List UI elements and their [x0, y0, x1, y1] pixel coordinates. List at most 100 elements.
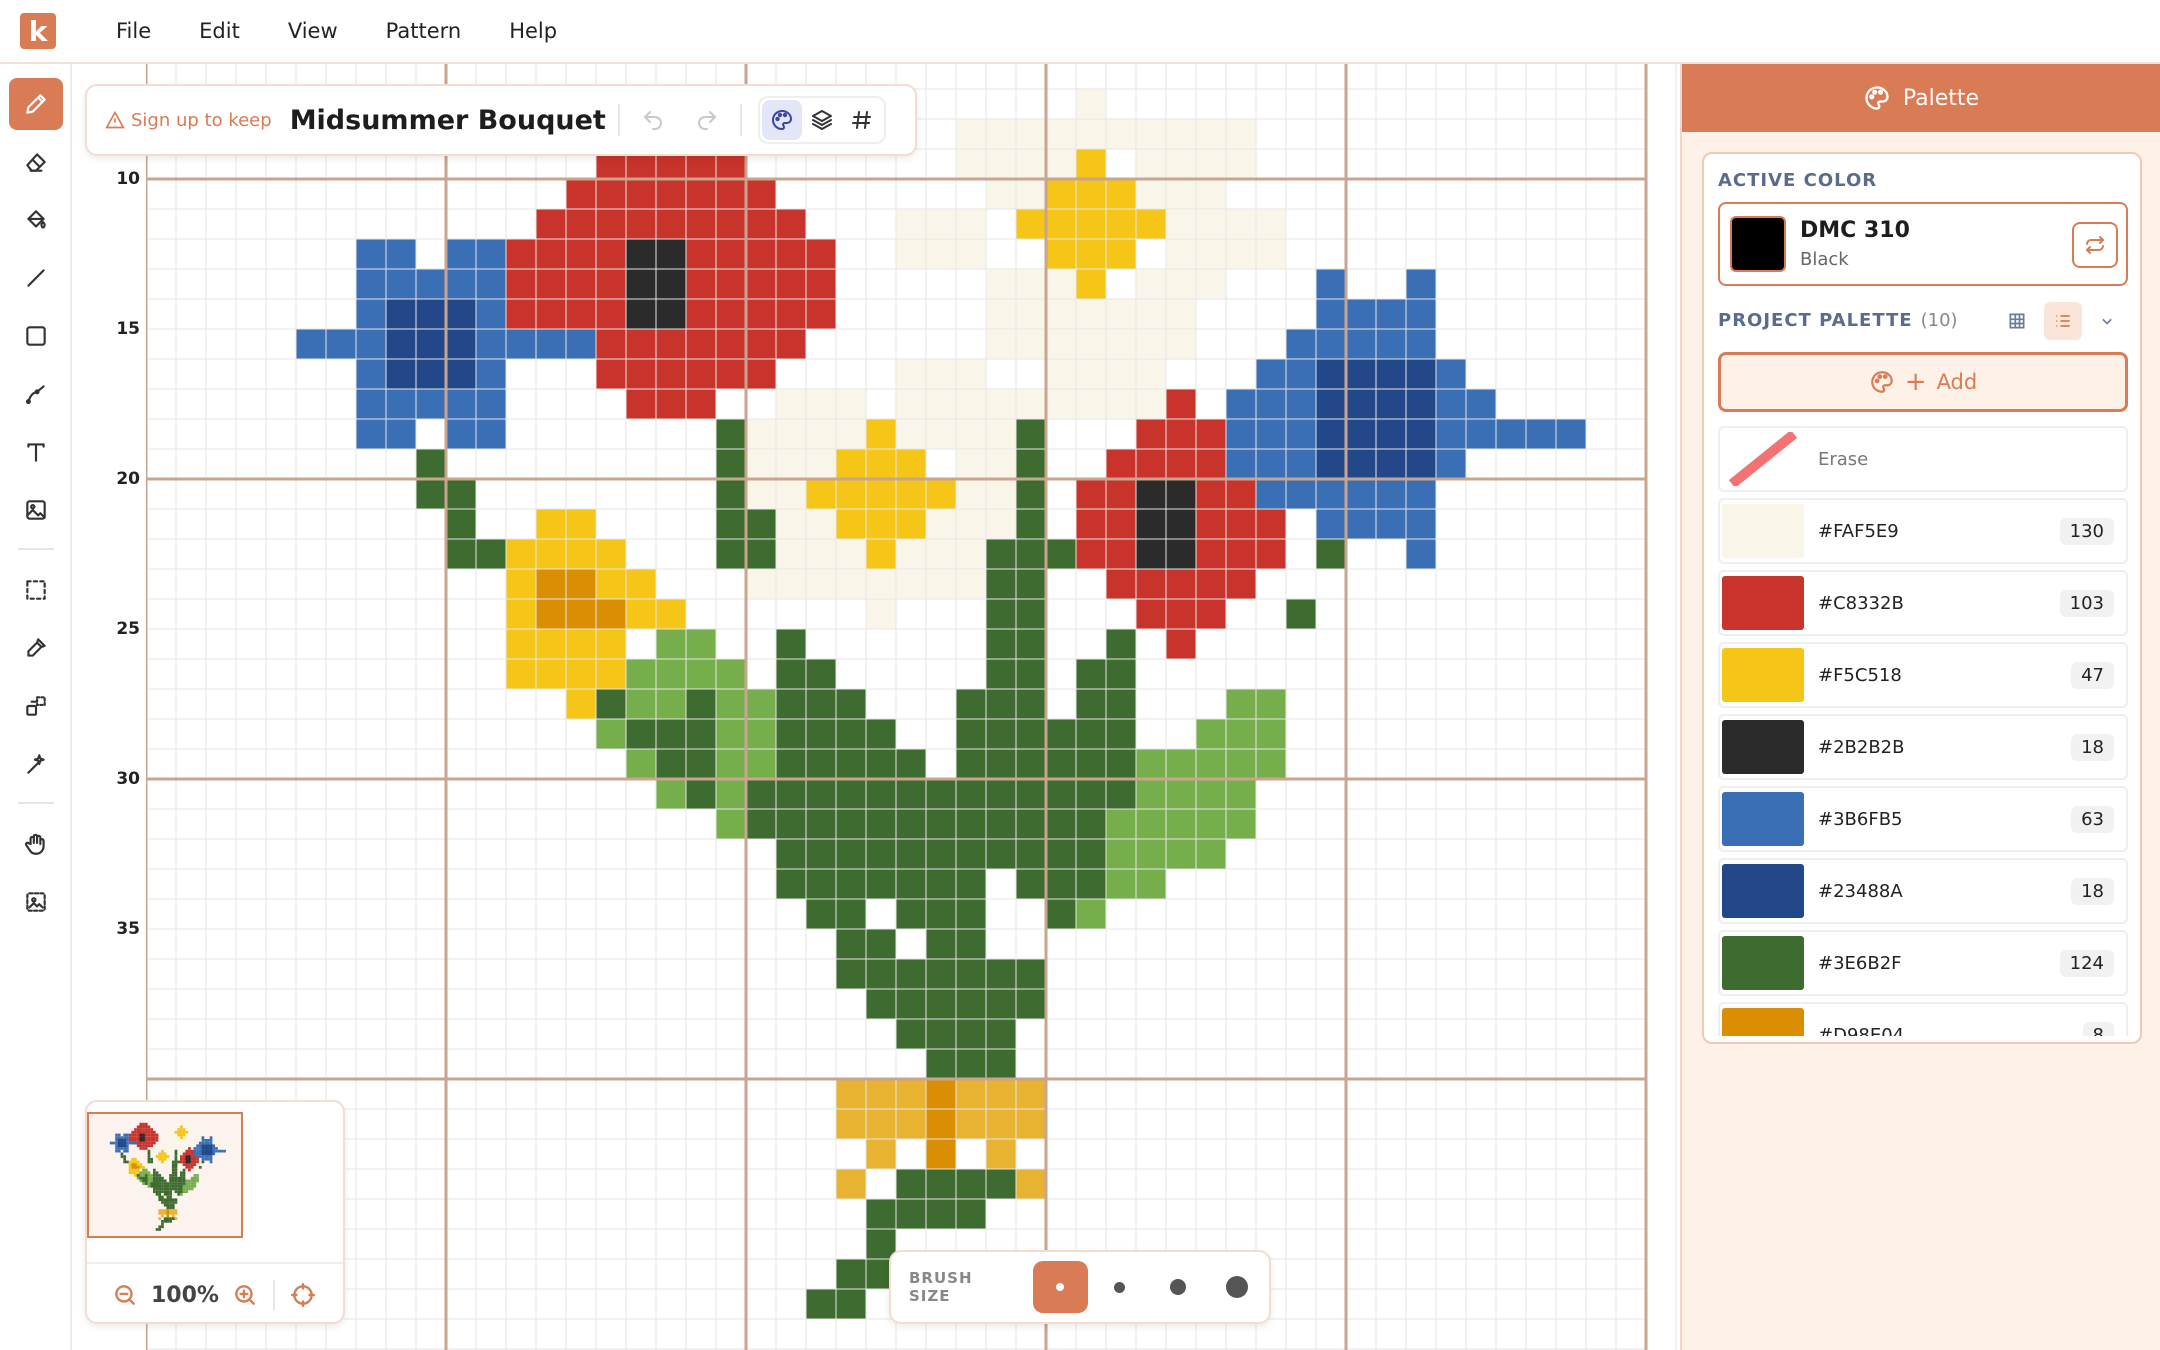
stitch-cell[interactable]: [656, 659, 686, 689]
stitch-cell[interactable]: [1046, 239, 1076, 269]
stitch-cell[interactable]: [866, 419, 896, 449]
stitch-cell[interactable]: [926, 1049, 956, 1079]
brush-size-4[interactable]: [1210, 1261, 1265, 1313]
project-title[interactable]: Midsummer Bouquet: [290, 105, 606, 136]
stitch-cell[interactable]: [956, 989, 986, 1019]
stitch-cell[interactable]: [1136, 599, 1166, 629]
stitch-cell[interactable]: [1136, 389, 1166, 419]
stitch-cell[interactable]: [476, 299, 506, 329]
stitch-cell[interactable]: [806, 419, 836, 449]
stitch-cell[interactable]: [866, 539, 896, 569]
stitch-cell[interactable]: [1376, 299, 1406, 329]
stitch-cell[interactable]: [626, 719, 656, 749]
stitch-cell[interactable]: [1166, 509, 1196, 539]
stitch-cell[interactable]: [1016, 419, 1046, 449]
image-tracing-tool[interactable]: [9, 876, 63, 928]
stitch-cell[interactable]: [926, 509, 956, 539]
stitch-cell[interactable]: [1196, 179, 1226, 209]
stitch-cell[interactable]: [1346, 359, 1376, 389]
stitch-cell[interactable]: [836, 929, 866, 959]
stitch-cell[interactable]: [1166, 329, 1196, 359]
image-tool[interactable]: [9, 484, 63, 536]
stitch-cell[interactable]: [746, 359, 776, 389]
stitch-cell[interactable]: [746, 779, 776, 809]
stitch-cell[interactable]: [446, 539, 476, 569]
stitch-cell[interactable]: [1076, 389, 1106, 419]
stitch-cell[interactable]: [1376, 509, 1406, 539]
stitch-cell[interactable]: [1196, 239, 1226, 269]
stitch-cell[interactable]: [596, 629, 626, 659]
stitch-cell[interactable]: [896, 869, 926, 899]
stitch-cell[interactable]: [1316, 359, 1346, 389]
stitch-cell[interactable]: [986, 569, 1016, 599]
stitch-cell[interactable]: [626, 599, 656, 629]
stitch-cell[interactable]: [956, 1109, 986, 1139]
stitch-cell[interactable]: [986, 419, 1016, 449]
stitch-cell[interactable]: [1196, 509, 1226, 539]
stitch-cell[interactable]: [506, 329, 536, 359]
stitch-cell[interactable]: [926, 1139, 956, 1169]
stitch-cell[interactable]: [1316, 449, 1346, 479]
stitch-cell[interactable]: [836, 419, 866, 449]
stitch-cell[interactable]: [1346, 479, 1376, 509]
stitch-cell[interactable]: [446, 479, 476, 509]
stitch-cell[interactable]: [986, 629, 1016, 659]
stitch-cell[interactable]: [446, 389, 476, 419]
stitch-cell[interactable]: [626, 179, 656, 209]
stitch-cell[interactable]: [1106, 629, 1136, 659]
stitch-cell[interactable]: [716, 359, 746, 389]
stitch-cell[interactable]: [1406, 389, 1436, 419]
stitch-cell[interactable]: [1136, 809, 1166, 839]
stitch-cell[interactable]: [986, 689, 1016, 719]
palette-header[interactable]: Palette: [1682, 64, 2160, 132]
stitch-cell[interactable]: [686, 389, 716, 419]
stitch-cell[interactable]: [1256, 389, 1286, 419]
stitch-cell[interactable]: [1376, 359, 1406, 389]
stitch-cell[interactable]: [806, 539, 836, 569]
stitch-cell[interactable]: [1016, 1169, 1046, 1199]
stitch-cell[interactable]: [1106, 239, 1136, 269]
stitch-cell[interactable]: [1106, 719, 1136, 749]
stitch-cell[interactable]: [1256, 509, 1286, 539]
stitch-cell[interactable]: [1376, 449, 1406, 479]
stitch-cell[interactable]: [1076, 869, 1106, 899]
stitch-cell[interactable]: [956, 509, 986, 539]
stitch-cell[interactable]: [716, 179, 746, 209]
stitch-cell[interactable]: [1076, 209, 1106, 239]
stitch-cell[interactable]: [1016, 779, 1046, 809]
stitch-cell[interactable]: [896, 479, 926, 509]
stitch-cell[interactable]: [896, 1019, 926, 1049]
stitch-cell[interactable]: [1196, 749, 1226, 779]
erase-row[interactable]: Erase: [1718, 426, 2128, 492]
palette-color-row[interactable]: #FAF5E9 130: [1718, 498, 2128, 564]
stitch-cell[interactable]: [356, 359, 386, 389]
stitch-cell[interactable]: [1166, 779, 1196, 809]
stitch-cell[interactable]: [956, 119, 986, 149]
stitch-cell[interactable]: [896, 209, 926, 239]
replace-color-tool[interactable]: [9, 680, 63, 732]
stitch-cell[interactable]: [1136, 359, 1166, 389]
stitch-cell[interactable]: [1226, 569, 1256, 599]
stitch-cell[interactable]: [476, 539, 506, 569]
stitch-cell[interactable]: [836, 959, 866, 989]
stitch-cell[interactable]: [1016, 539, 1046, 569]
stitch-cell[interactable]: [956, 419, 986, 449]
stitch-cell[interactable]: [986, 449, 1016, 479]
stitch-cell[interactable]: [1256, 539, 1286, 569]
stitch-cell[interactable]: [536, 209, 566, 239]
stitch-cell[interactable]: [866, 929, 896, 959]
stitch-cell[interactable]: [1016, 959, 1046, 989]
stitch-cell[interactable]: [836, 749, 866, 779]
stitch-cell[interactable]: [806, 449, 836, 479]
stitch-cell[interactable]: [716, 209, 746, 239]
stitch-cell[interactable]: [626, 689, 656, 719]
stitch-cell[interactable]: [566, 539, 596, 569]
stitch-cell[interactable]: [386, 239, 416, 269]
stitch-cell[interactable]: [776, 749, 806, 779]
stitch-cell[interactable]: [1166, 809, 1196, 839]
stitch-cell[interactable]: [626, 749, 656, 779]
stitch-cell[interactable]: [1076, 809, 1106, 839]
stitch-cell[interactable]: [986, 119, 1016, 149]
stitch-cell[interactable]: [926, 419, 956, 449]
stitch-cell[interactable]: [506, 299, 536, 329]
